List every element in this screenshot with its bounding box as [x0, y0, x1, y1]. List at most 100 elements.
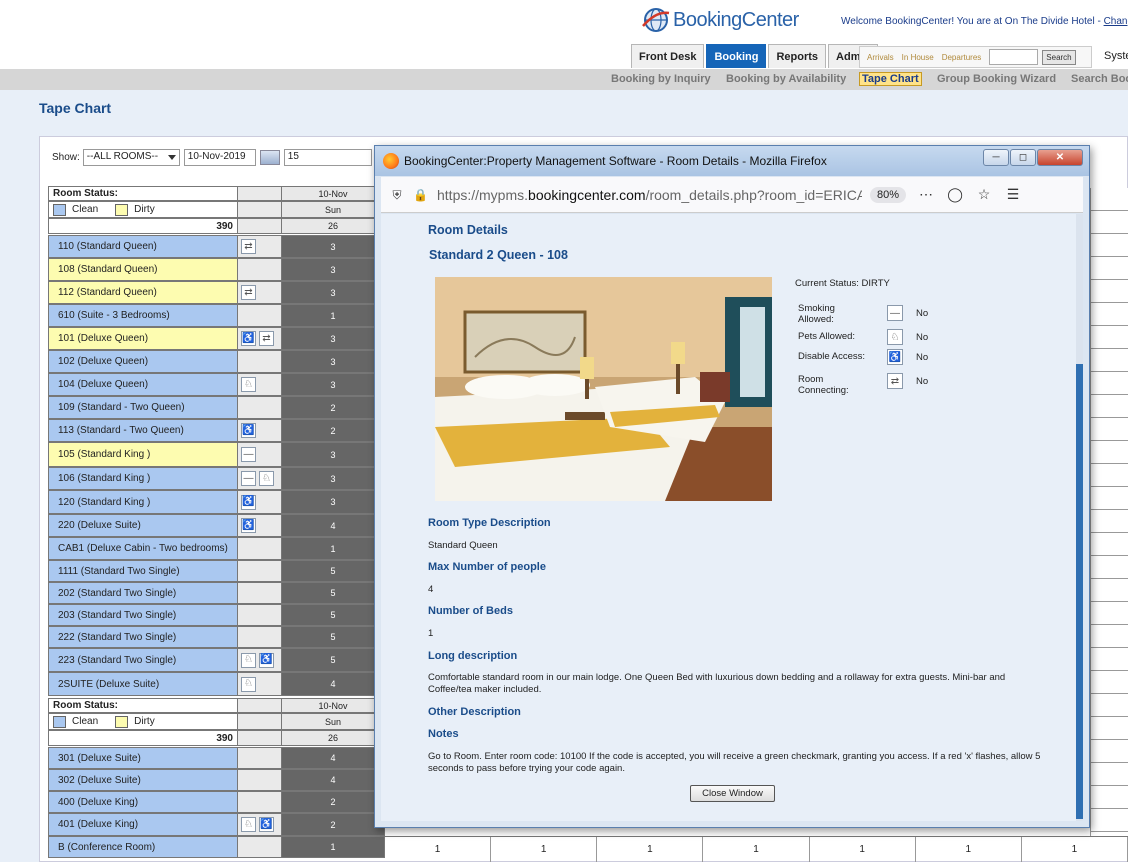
room-count-cell[interactable]: 3: [281, 467, 385, 490]
room-row[interactable]: 113 (Standard - Two Queen) ♿ 2: [48, 419, 385, 442]
room-row[interactable]: 401 (Deluxe King) ♘ ♿ 2: [48, 813, 385, 836]
room-count-cell[interactable]: 3: [281, 373, 385, 396]
window-titlebar[interactable]: BookingCenter:Property Management Softwa…: [375, 146, 1089, 176]
menu-icon[interactable]: ☰: [1004, 186, 1022, 203]
room-row[interactable]: 108 (Standard Queen) 3: [48, 258, 385, 281]
room-count-cell[interactable]: 3: [281, 442, 385, 467]
subnav-booking-by-availability[interactable]: Booking by Availability: [726, 73, 846, 85]
room-name[interactable]: 108 (Standard Queen): [48, 258, 238, 281]
room-name[interactable]: 203 (Standard Two Single): [48, 604, 238, 626]
room-count-cell[interactable]: 4: [281, 514, 385, 537]
room-name[interactable]: 301 (Deluxe Suite): [48, 747, 238, 769]
room-row[interactable]: 203 (Standard Two Single) 5: [48, 604, 385, 626]
room-row[interactable]: 1111 (Standard Two Single) 5: [48, 560, 385, 582]
room-row[interactable]: 112 (Standard Queen) ⇄ 3: [48, 281, 385, 304]
room-name[interactable]: 101 (Deluxe Queen): [48, 327, 238, 350]
room-count-cell[interactable]: 4: [281, 747, 385, 769]
room-name[interactable]: B (Conference Room): [48, 836, 238, 858]
room-row[interactable]: 222 (Standard Two Single) 5: [48, 626, 385, 648]
availability-cell[interactable]: 1: [703, 837, 810, 862]
more-actions-icon[interactable]: ⋯: [917, 186, 935, 203]
subnav-tape-chart[interactable]: Tape Chart: [859, 72, 922, 86]
room-name[interactable]: 110 (Standard Queen): [48, 235, 238, 258]
room-count-cell[interactable]: 1: [281, 836, 385, 858]
lock-icon[interactable]: 🔒: [413, 188, 428, 202]
room-count-cell[interactable]: 4: [281, 769, 385, 791]
room-row[interactable]: 120 (Standard King ) ♿ 3: [48, 490, 385, 514]
arrivals-link[interactable]: Arrivals: [867, 53, 894, 62]
room-row[interactable]: 302 (Deluxe Suite) 4: [48, 769, 385, 791]
room-name[interactable]: 1111 (Standard Two Single): [48, 560, 238, 582]
start-date-input[interactable]: 10-Nov-2019: [183, 149, 256, 166]
room-row[interactable]: 301 (Deluxe Suite) 4: [48, 747, 385, 769]
room-count-cell[interactable]: 5: [281, 560, 385, 582]
room-row[interactable]: 220 (Deluxe Suite) ♿ 4: [48, 514, 385, 537]
room-count-cell[interactable]: 3: [281, 258, 385, 281]
scrollbar-thumb[interactable]: [1076, 364, 1083, 819]
room-count-cell[interactable]: 2: [281, 396, 385, 419]
room-name[interactable]: 120 (Standard King ): [48, 490, 238, 514]
availability-cell[interactable]: 1: [810, 837, 916, 862]
room-row[interactable]: B (Conference Room) 1: [48, 836, 385, 858]
room-name[interactable]: 113 (Standard - Two Queen): [48, 419, 238, 442]
pocket-icon[interactable]: ◯: [946, 186, 964, 203]
bookingcenter-logo[interactable]: BookingCenter: [641, 4, 799, 36]
room-row[interactable]: 109 (Standard - Two Queen) 2: [48, 396, 385, 419]
tab-system[interactable]: Syste: [1104, 50, 1128, 62]
room-row[interactable]: 110 (Standard Queen) ⇄ 3: [48, 235, 385, 258]
subnav-search-bookings[interactable]: Search Boo: [1071, 73, 1128, 85]
room-count-cell[interactable]: 3: [281, 350, 385, 373]
room-row[interactable]: 104 (Deluxe Queen) ♘ 3: [48, 373, 385, 396]
url-text[interactable]: https://mypms.bookingcenter.com/room_det…: [437, 187, 862, 203]
room-filter-select[interactable]: --ALL ROOMS--: [82, 149, 180, 166]
room-row[interactable]: 400 (Deluxe King) 2: [48, 791, 385, 813]
availability-cell[interactable]: 1: [385, 837, 492, 862]
in-house-link[interactable]: In House: [902, 53, 934, 62]
room-row[interactable]: 101 (Deluxe Queen) ♿ ⇄ 3: [48, 327, 385, 350]
shield-icon[interactable]: ⛨: [390, 188, 404, 202]
room-name[interactable]: 109 (Standard - Two Queen): [48, 396, 238, 419]
content-scrollbar[interactable]: [1076, 214, 1083, 821]
room-count-cell[interactable]: 5: [281, 604, 385, 626]
room-row[interactable]: 105 (Standard King ) — 3: [48, 442, 385, 467]
close-window-button[interactable]: Close Window: [690, 785, 775, 802]
room-name[interactable]: 220 (Deluxe Suite): [48, 514, 238, 537]
quick-search-input[interactable]: [989, 49, 1039, 65]
maximize-icon[interactable]: ◻: [1010, 149, 1036, 166]
room-count-cell[interactable]: 3: [281, 281, 385, 304]
room-count-cell[interactable]: 3: [281, 327, 385, 350]
room-row[interactable]: 610 (Suite - 3 Bedrooms) 1: [48, 304, 385, 327]
tab-front-desk[interactable]: Front Desk: [631, 44, 705, 68]
room-count-cell[interactable]: 5: [281, 582, 385, 604]
room-row[interactable]: 2SUITE (Deluxe Suite) ♘ 4: [48, 672, 385, 696]
room-name[interactable]: 302 (Deluxe Suite): [48, 769, 238, 791]
subnav-booking-by-inquiry[interactable]: Booking by Inquiry: [611, 73, 711, 85]
availability-cell[interactable]: 1: [916, 837, 1022, 862]
room-count-cell[interactable]: 1: [281, 537, 385, 560]
calendar-icon[interactable]: [259, 150, 280, 165]
room-count-cell[interactable]: 2: [281, 791, 385, 813]
departures-link[interactable]: Departures: [942, 53, 982, 62]
room-name[interactable]: 202 (Standard Two Single): [48, 582, 238, 604]
room-count-cell[interactable]: 1: [281, 304, 385, 327]
subnav-group-booking-wizard[interactable]: Group Booking Wizard: [937, 73, 1056, 85]
room-name[interactable]: 401 (Deluxe King): [48, 813, 238, 836]
close-icon[interactable]: ✕: [1037, 149, 1083, 166]
room-count-cell[interactable]: 5: [281, 648, 385, 672]
minimize-icon[interactable]: ─: [983, 149, 1009, 166]
room-name[interactable]: CAB1 (Deluxe Cabin - Two bedrooms): [48, 537, 238, 560]
room-row[interactable]: 102 (Deluxe Queen) 3: [48, 350, 385, 373]
room-name[interactable]: 102 (Deluxe Queen): [48, 350, 238, 373]
room-count-cell[interactable]: 5: [281, 626, 385, 648]
availability-cell[interactable]: 1: [597, 837, 704, 862]
room-name[interactable]: 2SUITE (Deluxe Suite): [48, 672, 238, 696]
room-name[interactable]: 112 (Standard Queen): [48, 281, 238, 304]
room-row[interactable]: 202 (Standard Two Single) 5: [48, 582, 385, 604]
room-count-cell[interactable]: 2: [281, 813, 385, 836]
room-row[interactable]: 223 (Standard Two Single) ♘ ♿ 5: [48, 648, 385, 672]
room-name[interactable]: 105 (Standard King ): [48, 442, 238, 467]
room-count-cell[interactable]: 3: [281, 235, 385, 258]
room-name[interactable]: 106 (Standard King ): [48, 467, 238, 490]
room-count-cell[interactable]: 2: [281, 419, 385, 442]
change-hotel-link[interactable]: Change: [1104, 16, 1128, 27]
